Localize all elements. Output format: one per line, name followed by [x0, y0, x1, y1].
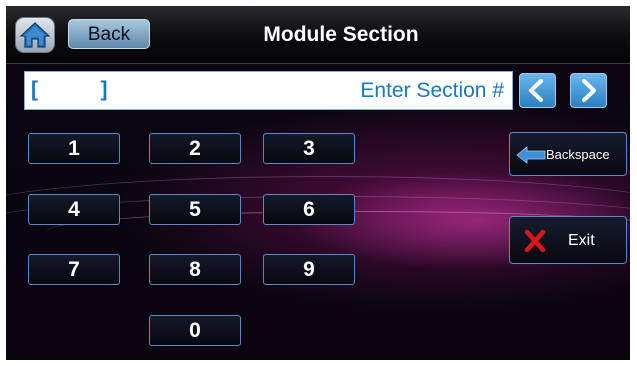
section-entry-prompt: Enter Section # [360, 79, 504, 102]
keypad-key-7[interactable]: 7 [28, 254, 120, 285]
next-section-button[interactable] [570, 73, 607, 108]
chevron-left-icon [529, 79, 543, 102]
keypad-key-9[interactable]: 9 [263, 254, 355, 285]
previous-section-button[interactable] [519, 73, 556, 108]
keypad-key-0[interactable]: 0 [149, 315, 241, 346]
keypad-key-6[interactable]: 6 [263, 194, 355, 225]
keypad-key-1[interactable]: 1 [28, 133, 120, 164]
chevron-right-icon [582, 79, 596, 102]
keypad-key-2[interactable]: 2 [149, 133, 241, 164]
keypad-key-3[interactable]: 3 [263, 133, 355, 164]
back-button[interactable]: Back [68, 19, 150, 49]
backspace-button[interactable]: Backspace [509, 132, 627, 176]
home-button[interactable] [15, 17, 55, 53]
page-title: Module Section [263, 23, 419, 46]
keypad-key-5[interactable]: 5 [149, 194, 241, 225]
exit-button[interactable]: Exit [509, 216, 627, 264]
exit-label: Exit [568, 232, 595, 249]
home-icon [19, 22, 51, 48]
section-entry-value: [ ] [31, 78, 109, 101]
header-bar: Back Module Section [6, 6, 630, 64]
keypad-key-8[interactable]: 8 [149, 254, 241, 285]
screen: Back Module Section [ ] Enter Section # … [6, 6, 630, 360]
red-x-icon [524, 229, 546, 253]
backspace-label: Backspace [546, 147, 610, 162]
section-entry-field[interactable]: [ ] Enter Section # [24, 71, 513, 110]
keypad-key-4[interactable]: 4 [28, 194, 120, 225]
arrow-left-icon [516, 146, 546, 164]
